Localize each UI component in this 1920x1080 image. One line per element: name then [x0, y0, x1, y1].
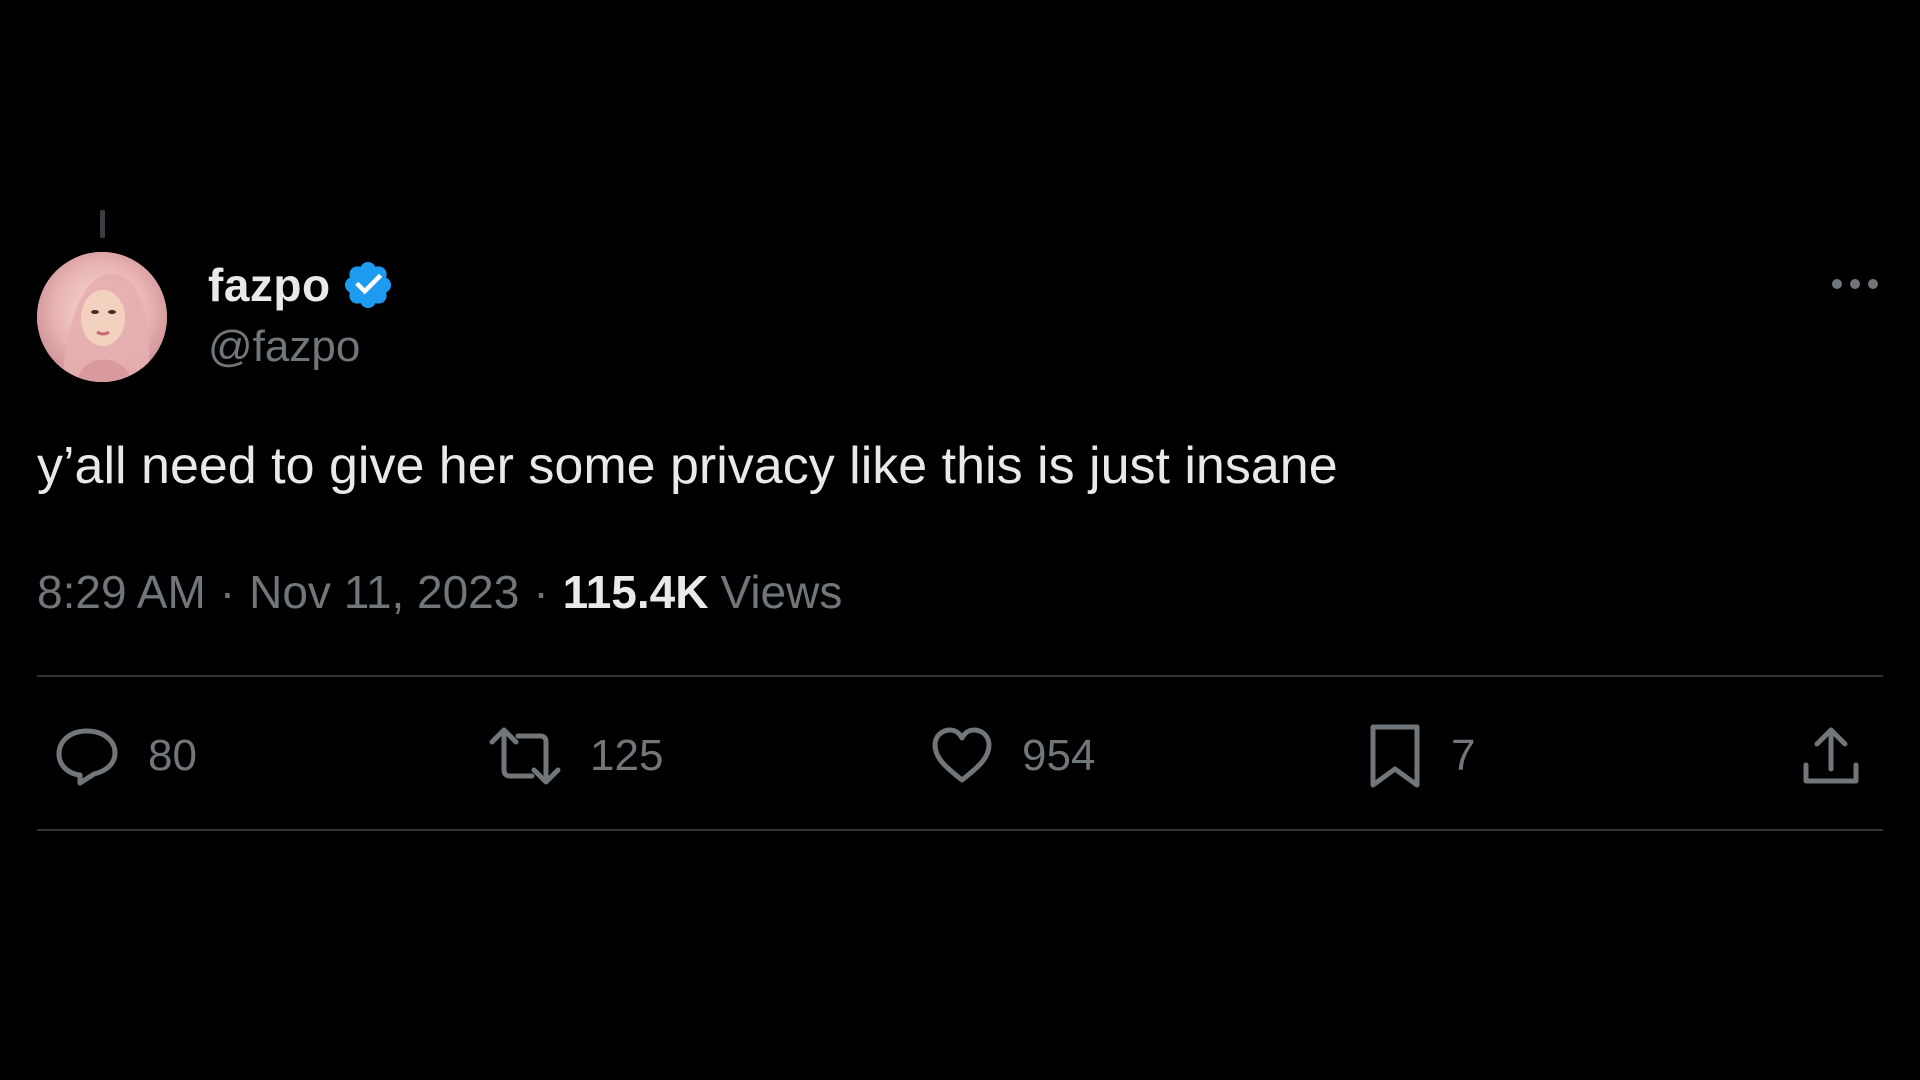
bookmark-button[interactable]: 7 [1367, 714, 1475, 798]
avatar-image [37, 252, 167, 382]
repost-count: 125 [590, 731, 664, 780]
share-icon [1803, 727, 1859, 784]
thread-connector-line [100, 210, 105, 238]
divider-top [37, 675, 1883, 677]
repost-icon [489, 727, 561, 785]
tweet-date[interactable]: Nov 11, 2023 [249, 565, 519, 619]
tweet-time[interactable]: 8:29 AM [37, 565, 206, 619]
divider-bottom [37, 829, 1883, 831]
more-horizontal-icon [1832, 279, 1878, 289]
meta-separator: · [533, 566, 549, 618]
bookmark-count: 7 [1451, 731, 1476, 780]
action-bar: 80 125 954 7 [37, 714, 1883, 798]
reply-button[interactable]: 80 [54, 714, 197, 798]
bookmark-icon [1370, 724, 1420, 788]
reply-icon [56, 728, 118, 786]
author-name-row[interactable]: fazpo [208, 255, 395, 315]
reply-count: 80 [148, 731, 197, 780]
views-count[interactable]: 115.4K [563, 565, 709, 619]
author-display-name[interactable]: fazpo [208, 258, 331, 312]
more-options-button[interactable] [1820, 262, 1890, 306]
heart-icon [932, 727, 992, 783]
like-button[interactable]: 954 [930, 714, 1095, 798]
verified-badge-icon[interactable] [341, 258, 395, 312]
views-label[interactable]: Views [720, 565, 842, 619]
share-button[interactable] [1801, 714, 1861, 798]
tweet-text: y’all need to give her some privacy like… [37, 437, 1338, 495]
author-handle[interactable]: @fazpo [208, 322, 360, 372]
tweet-detail: fazpo @fazpo y’all need to give her some… [0, 0, 1920, 1080]
meta-separator: · [219, 566, 236, 618]
like-count: 954 [1022, 731, 1096, 780]
avatar[interactable] [37, 252, 167, 382]
repost-button[interactable]: 125 [488, 714, 663, 798]
tweet-metadata: 8:29 AM · Nov 11, 2023 · 115.4K Views [37, 565, 842, 619]
